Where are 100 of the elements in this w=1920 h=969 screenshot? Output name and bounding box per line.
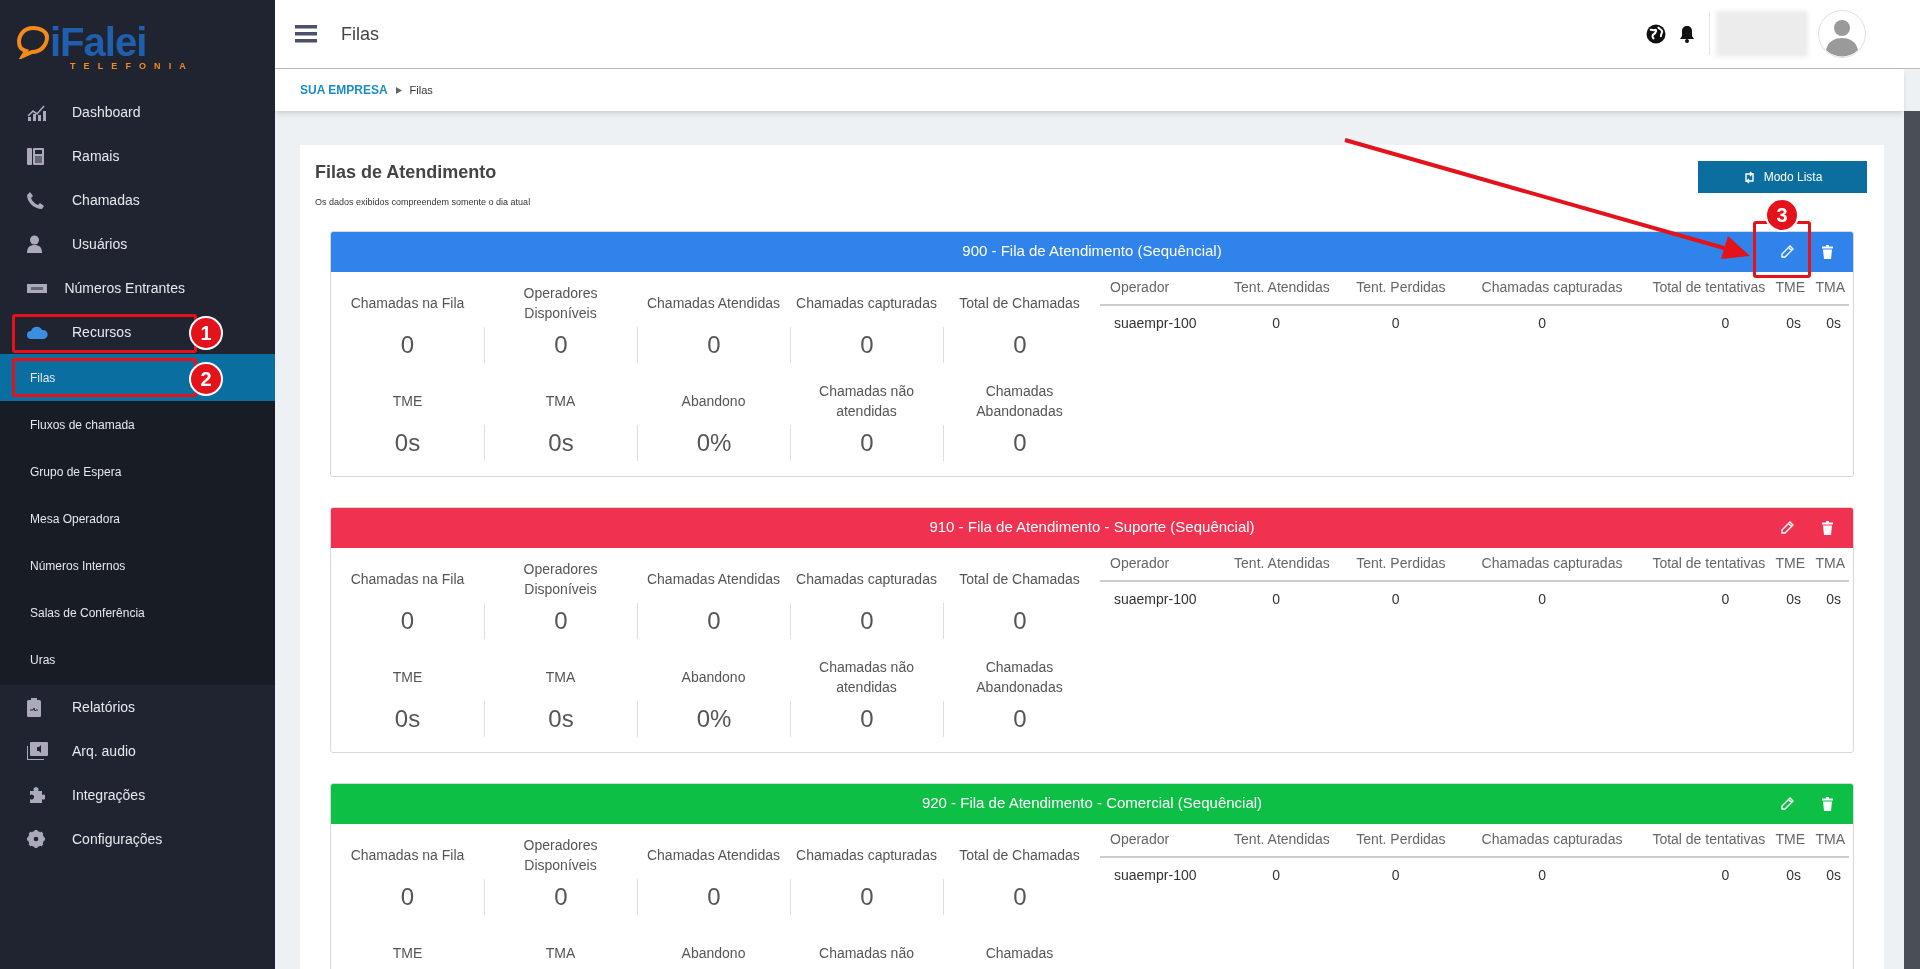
stat-label: Chamadas [984,944,1055,963]
sidebar-item[interactable]: Recursos [0,310,185,354]
table-cell: 0 [1214,304,1338,341]
column-header: TME [1769,547,1810,581]
list-mode-button[interactable]: Modo Lista [1698,161,1867,193]
desk-phone-icon [27,146,44,166]
number-tag-icon [27,283,47,293]
stat-label: Abandono [680,944,747,963]
stat-label: Total de Chamadas [958,569,1081,589]
stat-label: TMA [544,944,577,963]
edit-icon[interactable] [1780,796,1794,811]
stat-value: 0s [394,704,421,734]
column-header: Chamadas capturadas [1453,823,1631,857]
sidebar-item[interactable]: Números Entrantes [0,266,185,310]
chart-icon [27,103,47,121]
user-icon [27,235,42,253]
panel-subtitle: Os dados exibidos compreendem somente o dia atual [315,196,531,209]
stat-value: 0 [554,329,568,360]
gear-icon [27,830,45,848]
edit-icon[interactable] [1780,244,1794,259]
clipboard-icon [27,697,41,717]
submenu-item[interactable]: Uras [0,636,275,683]
stat-value: 0 [1013,605,1027,636]
column-header: Total de tentativas [1630,547,1770,581]
column-header: Chamadas capturadas [1453,547,1631,581]
column-header: Tent. Atendidas [1214,271,1338,305]
delete-icon[interactable] [1822,796,1833,811]
table-cell: suaempr-100 [1100,580,1215,617]
delete-icon[interactable] [1822,244,1833,259]
stat-label: Abandono [680,392,747,411]
table-cell: 0 [1453,856,1631,893]
stat-label: Chamadas capturadas [795,845,938,865]
stat-label: TME [391,392,424,411]
page-title: Filas [341,22,379,46]
table-cell: 0 [1630,304,1770,341]
table-cell: 0 [1337,856,1454,893]
sidebar-item[interactable]: Dashboard [0,90,185,134]
edit-icon[interactable] [1780,520,1794,535]
column-header: Tent. Atendidas [1214,547,1338,581]
avatar-icon[interactable] [1818,10,1866,58]
column-header: Operador [1100,547,1215,581]
audio-folder-icon [27,742,48,760]
stat-value: 0 [1013,704,1027,734]
table-cell: 0 [1453,304,1631,341]
table-cell: 0 [1337,580,1454,617]
stat-value: 0 [860,881,874,912]
stat-label: Chamadas não atendidas [818,382,915,421]
sidebar-item[interactable]: Arq. audio [0,729,185,773]
sidebar-item[interactable]: Relatórios [0,685,185,729]
scrollbar[interactable] [1904,111,1920,969]
sidebar-item[interactable]: Configurações [0,817,185,861]
stat-label: Operadores Disponíveis [522,283,599,323]
table-cell: suaempr-100 [1100,856,1215,893]
stat-value: 0 [400,881,415,912]
breadcrumb-link[interactable]: SUA EMPRESA [300,81,388,99]
table-cell: 0s [1769,580,1810,617]
submenu-item[interactable]: Números Internos [0,542,275,589]
sidebar-item[interactable]: Ramais [0,134,185,178]
stat-label: Chamadas na Fila [349,293,466,313]
stat-label: Operadores Disponíveis [522,835,599,875]
cloud-icon [27,325,48,339]
submenu-item[interactable]: Grupo de Espera [0,448,275,495]
submenu-item[interactable]: Salas de Conferência [0,589,275,636]
stat-value: 0 [860,428,874,458]
column-header: TME [1769,823,1810,857]
submenu-item[interactable]: Mesa Operadora [0,495,275,542]
table-cell: 0s [1809,580,1849,617]
stat-value: 0 [1013,329,1027,360]
column-header: Tent. Perdidas [1337,823,1454,857]
stat-label: Chamadas na Fila [349,845,466,865]
column-header: Chamadas capturadas [1453,271,1631,305]
column-header: Tent. Perdidas [1337,271,1454,305]
stat-label: Chamadas não atendidas [818,658,915,697]
sidebar-item[interactable]: Integrações [0,773,185,817]
queue-title: 910 - Fila de Atendimento - Suporte (Sequêncial) [929,517,1255,538]
stat-value: 0s [548,704,574,734]
sidebar-item[interactable]: Chamadas [0,178,185,222]
stat-label: Abandono [680,668,747,687]
delete-icon[interactable] [1822,520,1833,535]
submenu-item[interactable]: Fluxos de chamada [0,401,275,448]
bell-icon[interactable] [1679,25,1695,43]
stat-value: 0% [696,428,732,458]
logo-wordmark: iFalei [50,22,147,62]
swap-icon [1742,170,1756,184]
stat-value: 0 [400,329,415,360]
sidebar-item[interactable]: Usuários [0,222,185,266]
queue-title: 900 - Fila de Atendimento (Sequêncial) [962,241,1222,262]
stat-value: 0 [707,329,721,360]
column-header: Operador [1100,271,1215,305]
stat-label: Total de Chamadas [958,293,1081,313]
stat-value: 0s [548,428,574,458]
stat-label: Chamadas capturadas [795,569,938,589]
stat-label: TME [391,944,424,963]
column-header: TMA [1809,271,1849,305]
column-header: Total de tentativas [1630,271,1770,305]
stat-value: 0 [860,605,874,636]
menu-icon[interactable] [295,25,317,43]
column-header: Operador [1100,823,1215,857]
stat-value: 0 [860,704,874,734]
column-header: TMA [1809,547,1849,581]
